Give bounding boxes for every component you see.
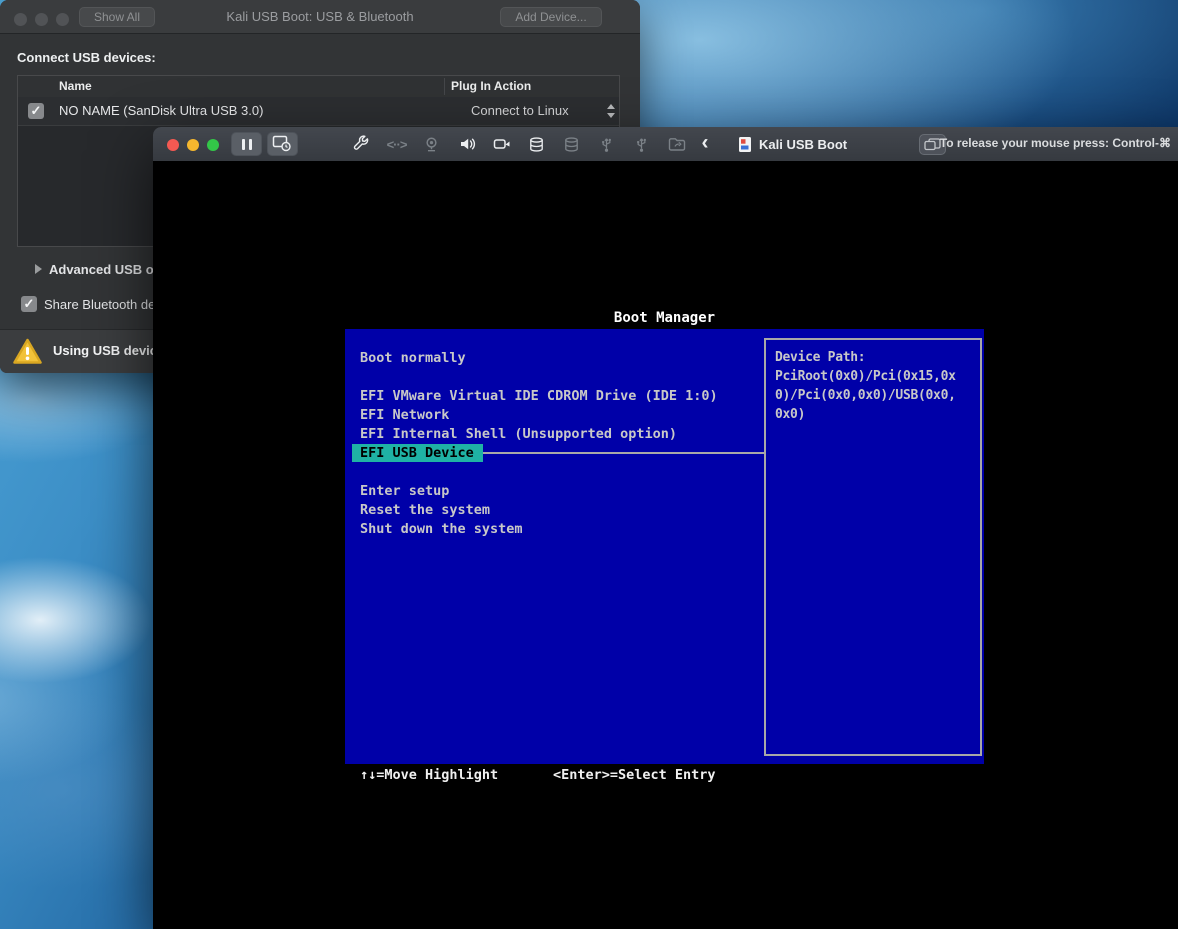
share-bluetooth-row[interactable]: Share Bluetooth de bbox=[21, 296, 155, 314]
menu-item-enter-setup[interactable]: Enter setup bbox=[345, 482, 762, 501]
plug-in-action-select[interactable]: Connect to Linux bbox=[471, 103, 569, 118]
snapshots-icon bbox=[272, 135, 292, 152]
device-path-line: PciRoot(0x0)/Pci(0x15,0x bbox=[775, 367, 976, 386]
boot-manager-panel: Boot normally EFI VMware Virtual IDE CDR… bbox=[345, 329, 984, 764]
warning-icon bbox=[12, 337, 43, 366]
highlight-connector-line bbox=[483, 452, 764, 454]
help-select-entry: <Enter>=Select Entry bbox=[553, 767, 716, 783]
device-path-panel: Device Path: PciRoot(0x0)/Pci(0x15,0x 0)… bbox=[764, 338, 982, 756]
advanced-usb-options-disclosure[interactable]: Advanced USB opti bbox=[35, 262, 170, 278]
advanced-usb-label: Advanced USB opti bbox=[49, 262, 170, 277]
boot-manager-title: Boot Manager bbox=[345, 310, 984, 326]
column-header-plug-in-action: Plug In Action bbox=[451, 79, 531, 93]
close-icon[interactable] bbox=[167, 139, 179, 151]
vm-window-title: Kali USB Boot bbox=[759, 137, 847, 152]
device-path-label: Device Path: bbox=[775, 348, 976, 367]
wrench-icon[interactable] bbox=[344, 130, 379, 158]
sound-icon[interactable] bbox=[449, 130, 484, 158]
camera-icon[interactable] bbox=[484, 130, 519, 158]
webcam-icon[interactable] bbox=[414, 130, 449, 158]
column-header-name: Name bbox=[59, 79, 92, 93]
share-bluetooth-label: Share Bluetooth de bbox=[44, 297, 155, 312]
hard-disk-2-icon[interactable] bbox=[554, 130, 589, 158]
table-row[interactable]: NO NAME (SanDisk Ultra USB 3.0) Connect … bbox=[18, 97, 619, 126]
shared-folder-icon[interactable] bbox=[659, 130, 694, 158]
release-mouse-hint: To release your mouse press: Control-⌘ bbox=[940, 136, 1171, 150]
menu-item-efi-internal-shell[interactable]: EFI Internal Shell (Unsupported option) bbox=[345, 425, 762, 444]
menu-item-boot-normally[interactable]: Boot normally bbox=[345, 349, 762, 368]
settings-titlebar: Show All Kali USB Boot: USB & Bluetooth … bbox=[0, 0, 640, 34]
show-all-button[interactable]: Show All bbox=[79, 7, 155, 27]
add-device-button[interactable]: Add Device... bbox=[500, 7, 602, 27]
collapse-toolbar-icon[interactable]: ‹ bbox=[694, 130, 716, 158]
close-icon[interactable] bbox=[14, 13, 27, 26]
usb-device-name: NO NAME (SanDisk Ultra USB 3.0) bbox=[59, 103, 263, 118]
share-bluetooth-checkbox[interactable] bbox=[21, 296, 37, 312]
menu-item-shut-down[interactable]: Shut down the system bbox=[345, 520, 762, 539]
device-path-line: 0x0) bbox=[775, 405, 976, 424]
menu-item-efi-network[interactable]: EFI Network bbox=[345, 406, 762, 425]
boot-manager-help-bar: ↑↓=Move Highlight <Enter>=Select Entry bbox=[345, 767, 984, 786]
selection-highlight: EFI USB Device bbox=[352, 444, 483, 462]
connect-usb-label: Connect USB devices: bbox=[17, 50, 156, 65]
pause-icon bbox=[241, 139, 253, 150]
vm-title-group: Kali USB Boot bbox=[738, 133, 847, 155]
desktop: Show All Kali USB Boot: USB & Bluetooth … bbox=[0, 0, 1178, 929]
usb-device-icon[interactable] bbox=[589, 130, 624, 158]
usb-device-2-icon[interactable] bbox=[624, 130, 659, 158]
zoom-icon[interactable] bbox=[56, 13, 69, 26]
minimize-icon[interactable] bbox=[35, 13, 48, 26]
settings-window-title: Kali USB Boot: USB & Bluetooth bbox=[160, 9, 480, 24]
serial-port-icon[interactable]: <··> bbox=[379, 130, 414, 158]
zoom-icon[interactable] bbox=[207, 139, 219, 151]
vm-screen: Boot Manager Boot normally EFI VMware Vi… bbox=[153, 161, 1178, 929]
snapshots-button[interactable] bbox=[267, 132, 298, 156]
usb-device-checkbox[interactable] bbox=[28, 103, 44, 119]
boot-menu: Boot normally EFI VMware Virtual IDE CDR… bbox=[345, 349, 762, 539]
menu-item-efi-cdrom[interactable]: EFI VMware Virtual IDE CDROM Drive (IDE … bbox=[345, 387, 762, 406]
table-header: Name Plug In Action bbox=[18, 76, 619, 98]
hard-disk-icon[interactable] bbox=[519, 130, 554, 158]
column-divider bbox=[444, 78, 445, 95]
vm-device-toolbar: <··> bbox=[344, 130, 716, 158]
vm-titlebar: <··> bbox=[153, 127, 1178, 162]
fullscreen-icon bbox=[924, 138, 941, 151]
pause-button[interactable] bbox=[231, 132, 262, 156]
help-move-highlight: ↑↓=Move Highlight bbox=[360, 767, 498, 783]
device-path-line: 0)/Pci(0x0,0x0)/USB(0x0, bbox=[775, 386, 976, 405]
vm-document-icon bbox=[738, 136, 752, 153]
menu-item-reset-system[interactable]: Reset the system bbox=[345, 501, 762, 520]
disclosure-triangle-icon[interactable] bbox=[35, 264, 42, 274]
minimize-icon[interactable] bbox=[187, 139, 199, 151]
vm-window: <··> bbox=[153, 127, 1178, 929]
stepper-icon[interactable] bbox=[604, 102, 617, 120]
